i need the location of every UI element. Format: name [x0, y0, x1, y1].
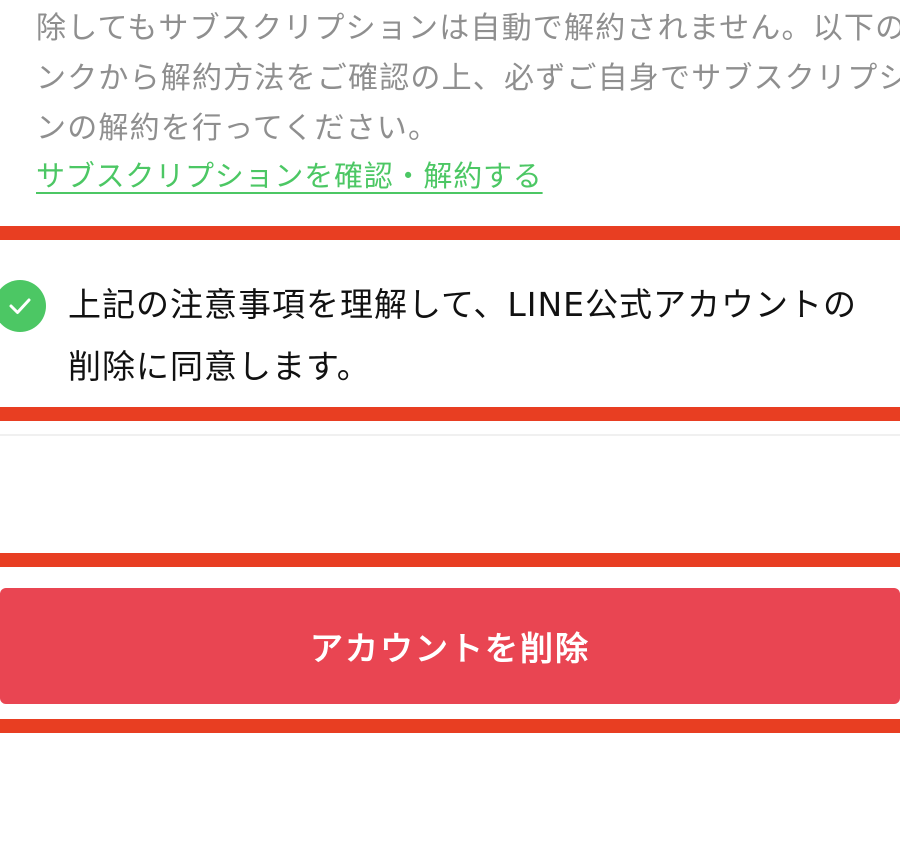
- consent-label: 上記の注意事項を理解して、LINE公式アカウントの 削除に同意します。: [68, 285, 858, 386]
- check-circle-icon[interactable]: [0, 280, 46, 332]
- consent-checkbox-row[interactable]: 上記の注意事項を理解して、LINE公式アカウントの 削除に同意します。: [0, 240, 900, 408]
- highlight-line-consent-bottom: [0, 407, 900, 421]
- highlight-line-button-bottom: [0, 719, 900, 733]
- section-divider: [0, 434, 900, 436]
- highlight-line-button-top: [0, 553, 900, 567]
- subscription-notice-text: 除してもサブスクリプションは自動で解約されません。以下のリ ンクから解約方法をご…: [36, 11, 900, 146]
- highlight-line-top: [0, 226, 900, 240]
- delete-account-page: 除してもサブスクリプションは自動で解約されません。以下のリ ンクから解約方法をご…: [0, 0, 900, 843]
- subscription-manage-link[interactable]: サブスクリプションを確認・解約する: [36, 156, 543, 196]
- delete-account-button[interactable]: アカウントを削除: [0, 588, 900, 704]
- checkmark-icon: [9, 298, 31, 314]
